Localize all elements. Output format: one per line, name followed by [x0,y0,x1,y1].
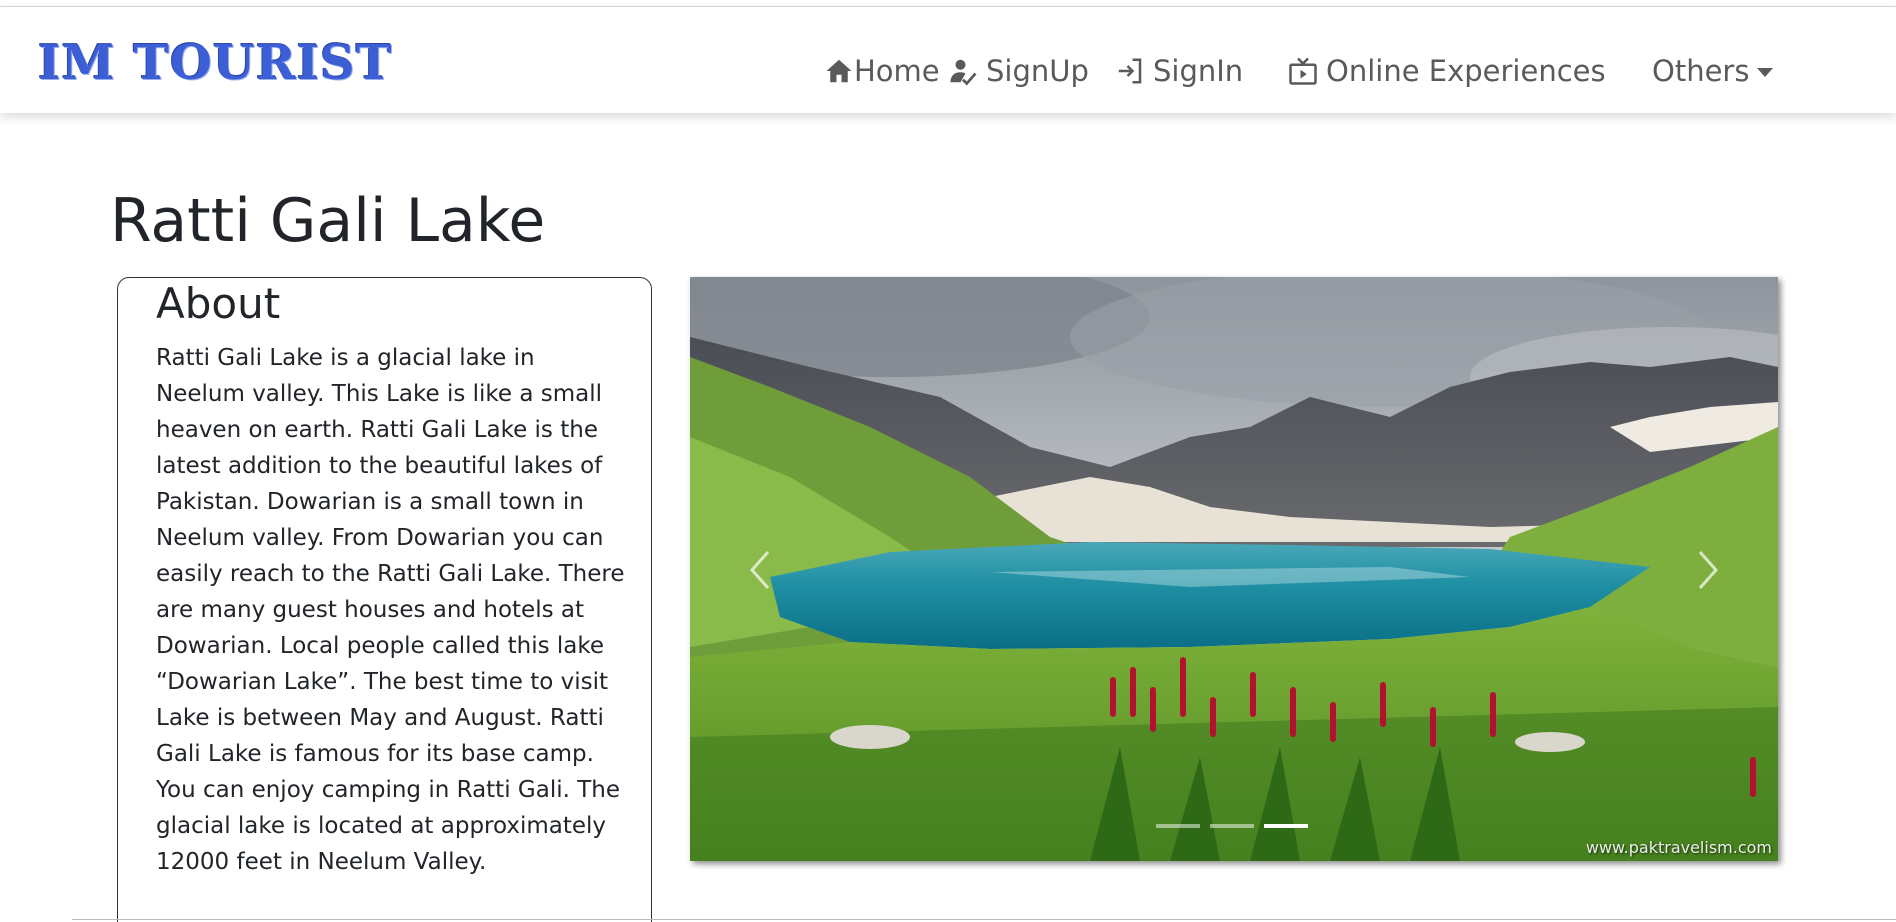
nav-item-label: Home [854,54,940,88]
image-carousel[interactable]: www.paktravelism.com [690,277,1778,861]
nav-item-label: SignIn [1153,54,1244,88]
carousel-indicator[interactable] [1156,824,1200,828]
chevron-left-icon [749,551,770,589]
nav-menu: Home SignUp SignIn Online Experiences Ot… [824,51,1792,91]
sign-in-icon [1115,56,1145,86]
nav-item-home[interactable]: Home [824,51,948,91]
nav-item-label: Online Experiences [1326,54,1606,88]
carousel-indicator[interactable] [1210,824,1254,828]
nav-item-signup[interactable]: SignUp [948,51,1115,91]
page-title: Ratti Gali Lake [110,186,546,256]
bottom-border [72,919,1896,920]
carousel-slide-image [690,277,1778,861]
about-card: About Ratti Gali Lake is a glacial lake … [117,277,652,922]
about-heading: About [156,279,281,328]
carousel-next-control[interactable] [1678,542,1738,598]
navbar: IM TOURIST Home SignUp SignIn Online Exp… [0,7,1896,113]
about-text: Ratti Gali Lake is a glacial lake in Nee… [156,345,625,875]
user-check-icon [948,56,978,86]
tv-icon [1288,56,1318,86]
nav-item-online-experiences[interactable]: Online Experiences [1288,51,1652,91]
nav-item-label: SignUp [986,54,1089,88]
carousel-prev-control[interactable] [730,542,790,598]
caret-down-icon [1757,67,1774,77]
chevron-right-icon [1698,551,1719,589]
nav-item-label: Others [1652,54,1750,88]
home-icon [824,56,854,86]
carousel-indicator-active[interactable] [1264,824,1308,828]
brand-logo[interactable]: IM TOURIST [38,37,392,89]
nav-item-signin[interactable]: SignIn [1115,51,1288,91]
image-watermark: www.paktravelism.com [1585,838,1772,857]
carousel-indicators [1156,824,1308,828]
nav-item-others-dropdown[interactable]: Others [1652,51,1792,91]
